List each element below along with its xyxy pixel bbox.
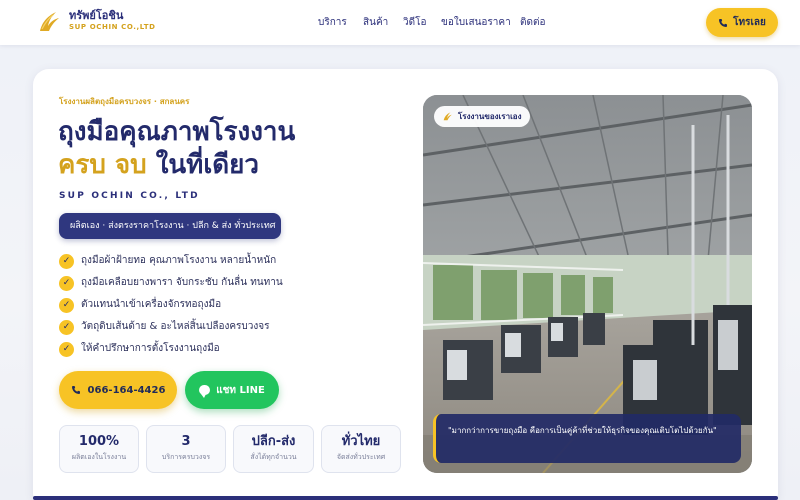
feature-item: ✓ วัตถุดิบเส้นด้าย & อะไหล่สิ้นเปลืองครบ… (59, 318, 389, 340)
hero-title-highlight: ครบ จบ (58, 150, 147, 180)
next-section-edge (33, 496, 778, 500)
main-nav: บริการ สินค้า วิดีโอ ขอใบเสนอราคา ติดต่อ (0, 16, 800, 30)
stat-value: 100% (78, 434, 120, 449)
logo-wing-icon (443, 112, 452, 121)
nav-item-products[interactable]: สินค้า (363, 16, 388, 30)
line-chat-button[interactable]: แชท LINE (185, 371, 279, 409)
stat-card: ทั่วไทย จัดส่งทั่วประเทศ (321, 425, 401, 473)
nav-item-videos[interactable]: วิดีโอ (403, 16, 427, 30)
hero-title-line1: ถุงมือคุณภาพโรงงาน (58, 117, 296, 147)
feature-item: ✓ ถุงมือผ้าฝ้ายทอ คุณภาพโรงงาน หลายน้ำหน… (59, 252, 389, 274)
photo-quote: "มากกว่าการขายถุงมือ คือการเป็นคู่ค้าที่… (433, 414, 741, 463)
header-call-button[interactable]: โทรเลย (706, 8, 778, 37)
header-call-label: โทรเลย (733, 17, 766, 28)
stat-value: ทั่วไทย (341, 434, 381, 449)
feature-text: ถุงมือผ้าฝ้ายทอ คุณภาพโรงงาน หลายน้ำหนัก (81, 255, 277, 266)
stat-label: ผลิตเองในโรงงาน (71, 453, 127, 461)
check-icon: ✓ (59, 298, 74, 313)
stat-value: ปลีก-ส่ง (251, 434, 296, 449)
stat-label: สั่งได้ทุกจำนวน (250, 453, 297, 461)
check-icon: ✓ (59, 276, 74, 291)
feature-item: ✓ ถุงมือเคลือบยางพารา จับกระชับ กันลื่น … (59, 274, 389, 296)
nav-item-contact[interactable]: ติดต่อ (520, 16, 546, 30)
feature-text: ตัวแทนนำเข้าเครื่องจักรทอถุงมือ (81, 299, 222, 310)
feature-list: ✓ ถุงมือผ้าฝ้ายทอ คุณภาพโรงงาน หลายน้ำหน… (59, 252, 389, 362)
check-icon: ✓ (59, 254, 74, 269)
phone-icon (719, 18, 728, 27)
photo-badge: โรงงานของเราเอง (434, 106, 530, 127)
nav-item-services[interactable]: บริการ (318, 16, 347, 30)
hero-title-rest: ในที่เดียว (146, 150, 259, 180)
line-chat-icon (199, 385, 211, 398)
feature-text: ถุงมือเคลือบยางพารา จับกระชับ กันลื่น ทน… (81, 277, 283, 288)
feature-item: ✓ ตัวแทนนำเข้าเครื่องจักรทอถุงมือ (59, 296, 389, 318)
hero-title-line2: ครบ จบ ในที่เดียว (58, 148, 259, 182)
call-phone-label: 066-164-4426 (87, 384, 166, 396)
hero-tagline-pill: ผลิตเอง · ส่งตรงราคาโรงงาน · ปลีก & ส่ง … (59, 213, 281, 239)
site-header: ทรัพย์โอชิน SUP OCHIN CO.,LTD บริการ สิน… (0, 0, 800, 45)
stat-card: 100% ผลิตเองในโรงงาน (59, 425, 139, 473)
nav-item-quote[interactable]: ขอใบเสนอราคา (441, 16, 511, 30)
stat-label: บริการครบวงจร (161, 453, 211, 461)
stat-card: 3 บริการครบวงจร (146, 425, 226, 473)
photo-badge-label: โรงงานของเราเอง (458, 112, 522, 121)
company-name: SUP OCHIN CO., LTD (59, 191, 200, 201)
feature-text: วัตถุดิบเส้นด้าย & อะไหล่สิ้นเปลืองครบวง… (81, 321, 270, 332)
feature-item: ✓ ให้คำปรึกษาการตั้งโรงงานถุงมือ (59, 340, 389, 362)
check-icon: ✓ (59, 342, 74, 357)
feature-text: ให้คำปรึกษาการตั้งโรงงานถุงมือ (81, 343, 220, 354)
stat-label: จัดส่งทั่วประเทศ (336, 453, 386, 461)
stat-value: 3 (181, 434, 191, 449)
phone-icon (71, 386, 80, 394)
line-chat-label: แชท LINE (216, 384, 265, 396)
check-icon: ✓ (59, 320, 74, 335)
hero-eyebrow: โรงงานผลิตถุงมือครบวงจร · สกลนคร (59, 97, 190, 106)
call-phone-button[interactable]: 066-164-4426 (59, 371, 177, 409)
stat-card: ปลีก-ส่ง สั่งได้ทุกจำนวน (233, 425, 314, 473)
